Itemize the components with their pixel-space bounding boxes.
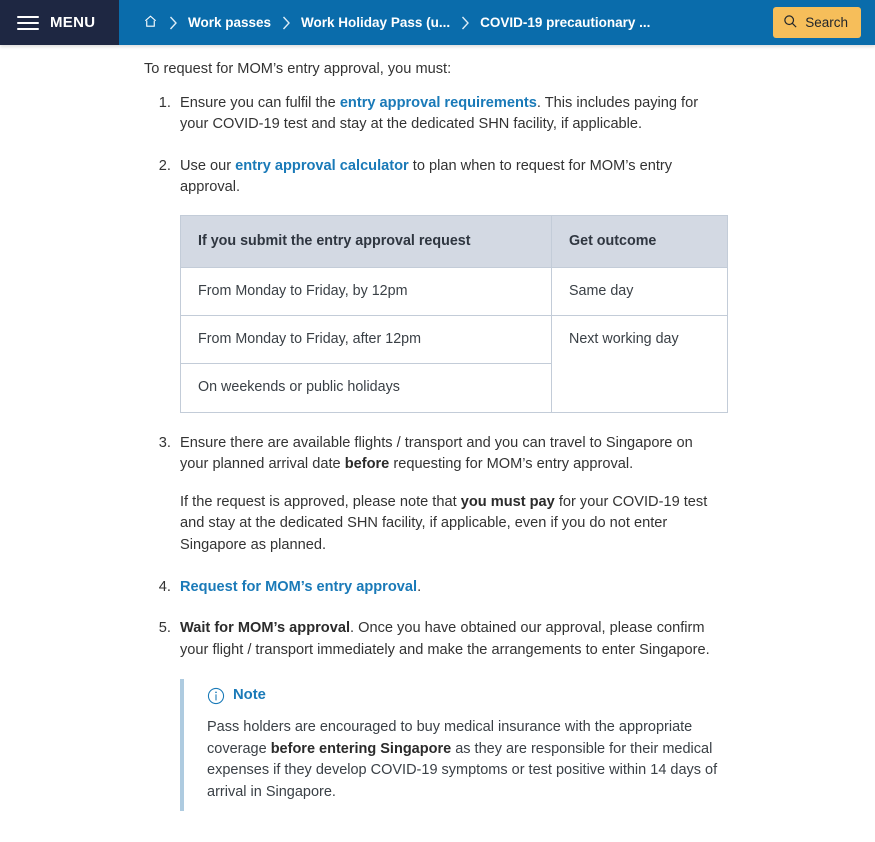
step-3-paragraph-2: If the request is approved, please note … xyxy=(180,492,724,557)
intro-paragraph: To request for MOM’s entry approval, you… xyxy=(144,61,452,77)
list-item: Use our entry approval calculator to pla… xyxy=(175,156,728,413)
list-item: Request for MOM’s entry approval. xyxy=(175,577,724,599)
list-item: Ensure you can fulfil the entry approval… xyxy=(175,93,724,136)
breadcrumb-home-link[interactable] xyxy=(143,14,158,32)
note-body-bold: before entering Singapore xyxy=(270,740,452,757)
step-1-pre: Ensure you can fulfil the xyxy=(180,94,340,111)
table-header-condition: If you submit the entry approval request xyxy=(180,214,552,269)
step-3-paragraph-1: Ensure there are available flights / tra… xyxy=(180,433,724,476)
search-button-label: Search xyxy=(805,15,848,30)
menu-button[interactable]: MENU xyxy=(0,0,119,45)
step-1-text: Ensure you can fulfil the entry approval… xyxy=(180,93,724,136)
chevron-right-icon xyxy=(450,16,480,30)
note-body: Pass holders are encouraged to buy medic… xyxy=(207,717,737,803)
table-cell-outcome: Next working day xyxy=(551,315,728,413)
entry-approval-requirements-link[interactable]: entry approval requirements xyxy=(340,95,537,111)
step-5-text: Wait for MOM’s approval. Once you have o… xyxy=(180,618,724,661)
table-row: From Monday to Friday, by 12pm Same day xyxy=(180,267,728,317)
breadcrumb: Work passes Work Holiday Pass (u... COVI… xyxy=(119,0,773,45)
table-cell-outcome: Same day xyxy=(551,267,728,317)
list-item: Ensure there are available flights / tra… xyxy=(175,433,724,557)
table-cell-condition: From Monday to Friday, by 12pm xyxy=(180,267,552,317)
table-header-row: If you submit the entry approval request… xyxy=(180,214,728,269)
table-header-outcome: Get outcome xyxy=(551,214,728,269)
step-5-bold: Wait for MOM’s approval xyxy=(180,620,351,637)
step-2-pre: Use our xyxy=(180,157,236,174)
step-3-p1-bold: before xyxy=(344,456,390,473)
home-icon xyxy=(143,14,158,32)
request-entry-approval-link[interactable]: Request for MOM’s entry approval xyxy=(180,579,417,595)
entry-approval-calculator-link[interactable]: entry approval calculator xyxy=(235,158,409,174)
table-cell-condition: On weekends or public holidays xyxy=(180,363,552,413)
search-icon xyxy=(783,14,798,32)
list-item: Wait for MOM’s approval. Once you have o… xyxy=(175,618,724,812)
table-row: From Monday to Friday, after 12pm Next w… xyxy=(180,315,728,413)
note-header: Note xyxy=(207,685,724,707)
step-2-text: Use our entry approval calculator to pla… xyxy=(180,156,724,199)
outcome-table-wrapper: If you submit the entry approval request… xyxy=(180,214,728,413)
hamburger-icon xyxy=(17,15,39,30)
site-header: MENU Work passes Work Holiday Pass (u... xyxy=(0,0,875,45)
menu-button-label: MENU xyxy=(50,14,96,31)
chevron-right-icon xyxy=(158,16,188,30)
chevron-right-icon xyxy=(271,16,301,30)
breadcrumb-item-work-holiday-pass[interactable]: Work Holiday Pass (u... xyxy=(301,15,450,30)
table-cell-condition: From Monday to Friday, after 12pm xyxy=(180,315,552,365)
breadcrumb-item-work-passes[interactable]: Work passes xyxy=(188,15,271,30)
step-3-p2-pre: If the request is approved, please note … xyxy=(180,493,461,510)
info-circle-icon xyxy=(207,687,225,705)
search-button[interactable]: Search xyxy=(773,7,861,38)
step-4-text: Request for MOM’s entry approval. xyxy=(180,577,724,599)
steps-list: Ensure you can fulfil the entry approval… xyxy=(144,93,728,812)
step-3-p1-post: requesting for MOM’s entry approval. xyxy=(389,456,634,473)
step-3-p2-bold: you must pay xyxy=(460,493,555,510)
page-content: To request for MOM’s entry approval, you… xyxy=(0,45,875,812)
step-4-post: . xyxy=(417,578,422,595)
note-callout: Note Pass holders are encouraged to buy … xyxy=(180,679,724,812)
breadcrumb-item-covid-precautionary[interactable]: COVID-19 precautionary ... xyxy=(480,15,650,30)
outcome-table: If you submit the entry approval request… xyxy=(180,214,728,413)
note-title: Note xyxy=(233,687,266,704)
